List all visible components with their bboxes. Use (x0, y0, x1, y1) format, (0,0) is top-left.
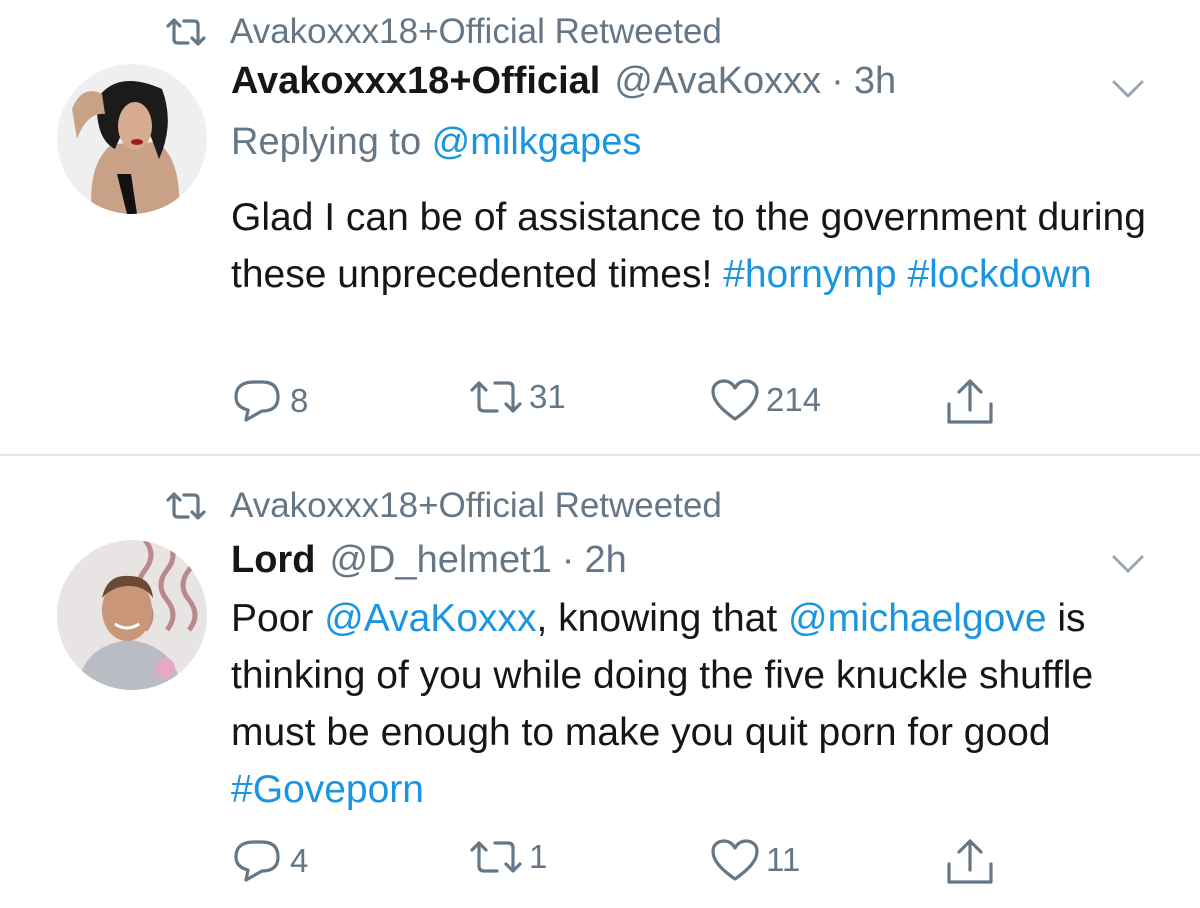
retweet-count: 1 (529, 838, 548, 875)
hashtag-link[interactable]: #lockdown (907, 253, 1091, 296)
replying-to-label: Replying to (231, 121, 432, 163)
like-button[interactable]: 214 (710, 378, 821, 422)
tweet-text-part (897, 253, 908, 296)
hashtag-link[interactable]: #hornymp (723, 253, 896, 296)
like-button[interactable]: 11 (710, 838, 800, 882)
tweet-text-part: Poor (231, 597, 325, 640)
replying-to: Replying to @milkgapes (231, 121, 641, 164)
author-name[interactable]: Lord (231, 539, 315, 582)
reply-icon (234, 380, 280, 422)
share-button[interactable] (945, 378, 1001, 426)
author-handle[interactable]: @D_helmet1 (329, 539, 551, 582)
retweet-icon (470, 381, 522, 413)
retweet-context[interactable]: Avakoxxx18+Official Retweeted (166, 12, 722, 52)
like-count: 214 (766, 381, 822, 418)
avatar[interactable] (57, 540, 207, 690)
retweet-button[interactable]: 1 (469, 838, 547, 876)
like-icon (711, 839, 759, 881)
retweet-icon (166, 492, 206, 520)
author-handle[interactable]: @AvaKoxxx (614, 60, 821, 103)
reply-count: 4 (290, 842, 309, 879)
tweet-header: Avakoxxx18+Official @AvaKoxxx · 3h (231, 60, 896, 103)
retweet-context[interactable]: Avakoxxx18+Official Retweeted (166, 486, 722, 526)
share-icon (947, 379, 993, 424)
tweet-2[interactable]: Avakoxxx18+Official Retweeted Lord @D_he… (0, 456, 1200, 908)
mention-link[interactable]: @AvaKoxxx (324, 597, 536, 640)
reply-icon (234, 840, 280, 882)
chevron-down-icon[interactable] (1111, 553, 1145, 575)
mention-link[interactable]: @michaelgove (788, 597, 1047, 640)
retweet-context-label: Avakoxxx18+Official Retweeted (230, 486, 722, 525)
tweet-actions: 4 1 11 (232, 838, 1012, 886)
tweet-time[interactable]: 2h (584, 539, 626, 582)
hashtag-link[interactable]: #Goveporn (231, 768, 424, 811)
header-separator: · (561, 539, 575, 581)
retweet-icon (166, 18, 206, 46)
tweet-actions: 8 31 214 (232, 378, 1012, 426)
avatar-man-photo (57, 540, 207, 690)
tweet-text-part: , knowing that (536, 597, 788, 640)
tweet-header: Lord @D_helmet1 · 2h (231, 539, 627, 582)
retweet-context-label: Avakoxxx18+Official Retweeted (230, 12, 722, 51)
reply-count: 8 (290, 382, 309, 419)
tweet-time[interactable]: 3h (854, 60, 896, 103)
author-name[interactable]: Avakoxxx18+Official (231, 60, 600, 103)
replying-to-handle[interactable]: @milkgapes (432, 121, 642, 163)
retweet-icon (470, 841, 522, 873)
share-icon (947, 839, 993, 884)
reply-button[interactable]: 4 (232, 838, 308, 884)
header-separator: · (831, 60, 844, 102)
tweet-1[interactable]: Avakoxxx18+Official Retweeted Avakoxxx18… (0, 0, 1200, 455)
retweet-count: 31 (529, 378, 566, 415)
avatar-woman-photo (57, 64, 207, 214)
reply-button[interactable]: 8 (232, 378, 308, 424)
like-count: 11 (766, 841, 801, 878)
chevron-down-icon[interactable] (1111, 78, 1145, 100)
tweet-text: Glad I can be of assistance to the gover… (231, 189, 1161, 303)
tweet-text: Poor @AvaKoxxx, knowing that @michaelgov… (231, 590, 1161, 818)
share-button[interactable] (945, 838, 1001, 886)
retweet-button[interactable]: 31 (469, 378, 566, 416)
avatar[interactable] (57, 64, 207, 214)
like-icon (711, 379, 759, 421)
